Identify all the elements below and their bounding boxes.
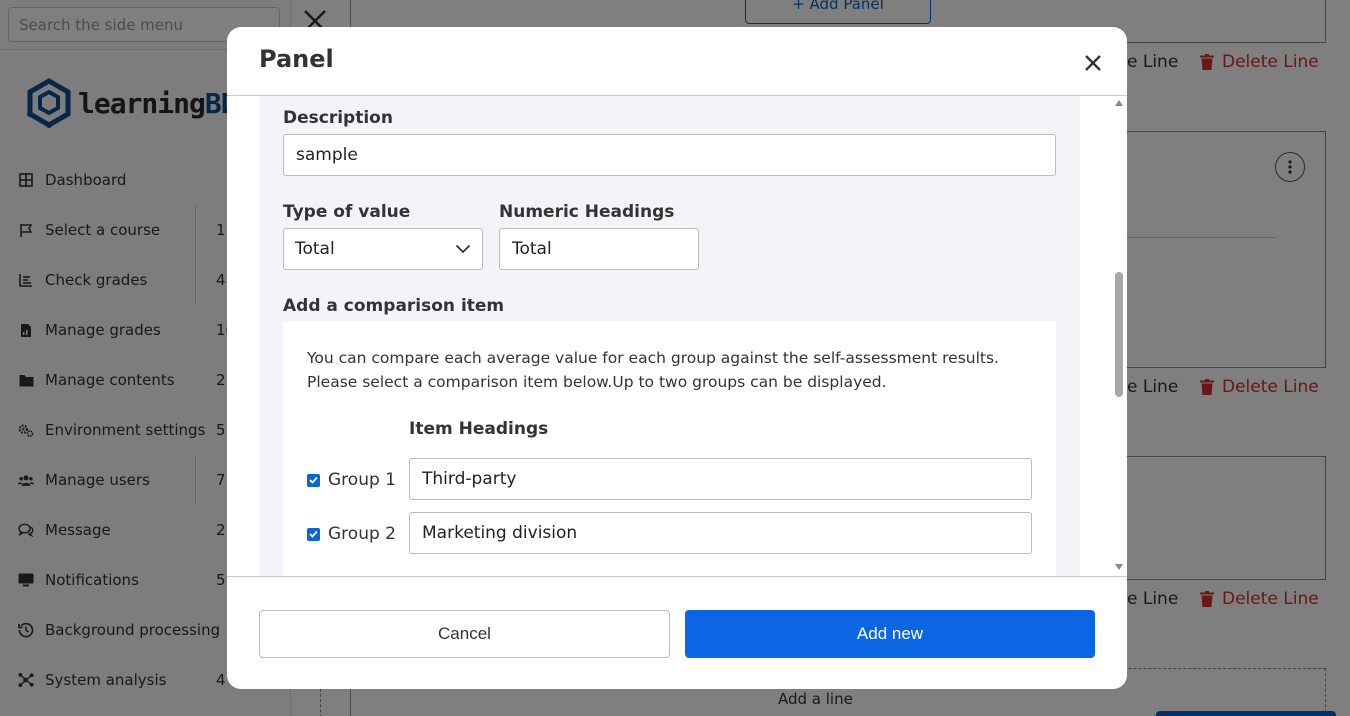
numeric-headings-label: Numeric Headings [499,202,675,222]
comparison-item-label: Add a comparison item [283,296,505,316]
scroll-up-arrow-icon[interactable] [1114,99,1124,107]
chevron-down-icon [455,244,471,254]
comparison-panel: You can compare each average value for e… [283,321,1056,576]
numeric-headings-input[interactable] [499,228,699,270]
modal-footer: Cancel Add new [227,576,1127,689]
group-1-checkbox[interactable] [307,473,320,487]
cancel-button[interactable]: Cancel [259,610,670,658]
group-2-checkbox[interactable] [307,527,320,541]
scroll-down-arrow-icon[interactable] [1114,563,1124,571]
group-2-heading-input[interactable] [409,512,1032,554]
type-of-value-label: Type of value [283,202,411,222]
group-2-checkbox-row[interactable]: Group 2 [307,524,396,544]
description-input[interactable] [283,134,1056,176]
group-1-heading-input[interactable] [409,458,1032,500]
close-icon[interactable] [1081,51,1105,75]
panel-modal: Panel Description Type of value Total Nu… [227,27,1127,689]
modal-title: Panel [259,45,334,73]
modal-header: Panel [227,27,1127,96]
description-label: Description [283,108,393,128]
type-of-value-selected: Total [295,239,335,259]
group-2-label: Group 2 [328,524,396,544]
item-headings-label: Item Headings [409,419,549,439]
scrollbar-thumb[interactable] [1115,272,1123,397]
add-new-button[interactable]: Add new [685,610,1095,658]
group-1-label: Group 1 [328,470,396,490]
group-1-checkbox-row[interactable]: Group 1 [307,470,396,490]
type-of-value-select[interactable]: Total [283,228,483,270]
modal-body: Description Type of value Total Numeric … [259,96,1080,576]
comparison-description: You can compare each average value for e… [307,349,999,391]
